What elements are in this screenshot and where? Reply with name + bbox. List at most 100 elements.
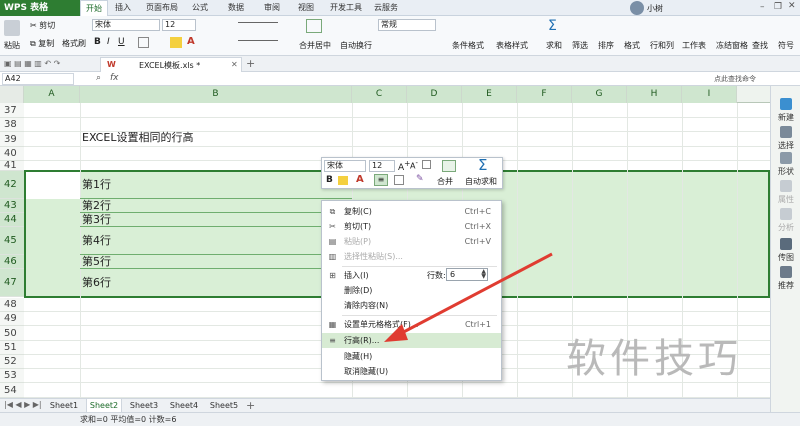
cut-button[interactable]: ✂ 剪切 xyxy=(30,20,55,31)
panel-analysis[interactable]: 分析 xyxy=(771,208,800,233)
panel-properties[interactable]: 属性 xyxy=(771,180,800,205)
sigma-icon[interactable]: Σ xyxy=(478,156,487,174)
command-search[interactable]: 点此查找命令 xyxy=(714,74,756,84)
row-header[interactable]: 44 xyxy=(0,213,24,227)
tab-insert[interactable]: 插入 xyxy=(110,0,136,16)
new-tab-icon[interactable]: + xyxy=(246,57,255,70)
find-button[interactable]: 查找 xyxy=(752,40,768,51)
mini-bold-button[interactable]: B xyxy=(326,175,333,185)
column-header-c[interactable]: C xyxy=(352,86,407,103)
mini-size-select[interactable]: 12 xyxy=(369,160,395,172)
panel-shape[interactable]: 形状 xyxy=(771,152,800,177)
wps-app-button[interactable]: WPS 表格 xyxy=(0,0,80,16)
cell-b42[interactable]: 第1行 xyxy=(80,171,352,199)
sheet-nav-arrows[interactable]: |◀ ◀ ▶ ▶| xyxy=(4,400,42,409)
cell-b44[interactable]: 第3行 xyxy=(80,213,352,227)
row-header[interactable]: 46 xyxy=(0,255,24,269)
align-top-icon[interactable] xyxy=(238,22,278,23)
copy-button[interactable]: ⧉ 复制 xyxy=(30,38,54,49)
panel-select[interactable]: 选择 xyxy=(771,126,800,151)
paste-icon[interactable] xyxy=(4,20,20,36)
menu-item-cut[interactable]: ✂ 剪切(T) Ctrl+X xyxy=(322,219,501,234)
tab-review[interactable]: 审阅 xyxy=(258,0,286,16)
column-header-i[interactable]: I xyxy=(682,86,737,103)
row-header[interactable]: 54 xyxy=(0,383,24,398)
shrink-font-icon[interactable]: A- xyxy=(410,159,418,171)
row-header[interactable]: 40 xyxy=(0,147,24,161)
panel-new[interactable]: 新建 xyxy=(771,98,800,123)
column-header-a[interactable]: A xyxy=(24,86,80,103)
sigma-icon[interactable]: Σ xyxy=(548,18,557,34)
sheet-tab-4[interactable]: Sheet4 xyxy=(166,399,202,413)
sheet-tab-3[interactable]: Sheet3 xyxy=(126,399,162,413)
wrap-text-button[interactable]: 自动换行 xyxy=(340,40,372,51)
tab-view[interactable]: 视图 xyxy=(292,0,320,16)
row-header[interactable]: 38 xyxy=(0,118,24,132)
format-button[interactable]: 格式 xyxy=(624,40,640,51)
quick-access-icons[interactable]: ▣ ▤ ▦ ▥ ↶ ↷ xyxy=(4,59,60,68)
cell-b46[interactable]: 第5行 xyxy=(80,255,352,269)
menu-item-paste[interactable]: ▤ 粘贴(P) Ctrl+V xyxy=(322,234,501,249)
menu-item-unhide[interactable]: 取消隐藏(U) xyxy=(322,364,501,379)
row-header[interactable]: 47 xyxy=(0,269,24,297)
font-select[interactable]: 宋体 xyxy=(92,19,160,31)
row-header[interactable]: 49 xyxy=(0,312,24,326)
column-header-f[interactable]: F xyxy=(517,86,572,103)
table-style-button[interactable]: 表格样式 xyxy=(496,40,528,51)
format-painter-button[interactable]: 格式刷 xyxy=(62,38,86,49)
minimize-icon[interactable]: – xyxy=(760,2,765,12)
bold-button[interactable]: B xyxy=(94,37,101,47)
cell-b45[interactable]: 第4行 xyxy=(80,227,352,255)
row-col-button[interactable]: 行和列 xyxy=(650,40,674,51)
sheet-tab-5[interactable]: Sheet5 xyxy=(206,399,242,413)
tab-cloud[interactable]: 云服务 xyxy=(370,0,402,16)
mini-font-color-icon[interactable]: A xyxy=(356,174,364,185)
row-header[interactable]: 51 xyxy=(0,341,24,355)
row-header[interactable]: 52 xyxy=(0,355,24,369)
mini-merge-button[interactable]: 合并 xyxy=(437,176,453,187)
close-icon[interactable]: ✕ xyxy=(788,1,796,11)
cell-b43[interactable]: 第2行 xyxy=(80,199,352,213)
row-header[interactable]: 39 xyxy=(0,132,24,147)
mini-fill-color-icon[interactable] xyxy=(338,176,348,185)
column-header-b[interactable]: B xyxy=(80,86,352,103)
row-header[interactable]: 43 xyxy=(0,199,24,213)
merge-center-button[interactable]: 合并居中 xyxy=(299,40,331,51)
grow-font-icon[interactable]: A+ xyxy=(398,159,410,173)
sort-button[interactable]: 排序 xyxy=(598,40,614,51)
sheet-tab-2[interactable]: Sheet2 xyxy=(86,399,122,413)
cell-b47[interactable]: 第6行 xyxy=(80,269,352,297)
font-size-select[interactable]: 12 xyxy=(162,19,196,31)
merge-icon[interactable] xyxy=(306,19,322,33)
cell-title[interactable]: EXCEL设置相同的行高 xyxy=(80,130,352,145)
select-all-corner[interactable] xyxy=(0,86,24,103)
border-icon[interactable] xyxy=(138,37,149,48)
symbol-button[interactable]: 符号 xyxy=(778,40,794,51)
panel-recommend[interactable]: 推荐 xyxy=(771,266,800,291)
underline-button[interactable]: U xyxy=(118,37,125,47)
menu-item-copy[interactable]: ⧉ 复制(C) Ctrl+C xyxy=(322,204,501,219)
paste-button[interactable]: 粘贴 xyxy=(4,40,20,51)
tab-start[interactable]: 开始 xyxy=(80,0,108,16)
tab-developer[interactable]: 开发工具 xyxy=(326,0,366,16)
zoom-icon[interactable]: ⌕ xyxy=(96,73,101,83)
row-header[interactable]: 45 xyxy=(0,227,24,255)
fx-icon[interactable]: fx xyxy=(110,73,119,83)
worksheet-button[interactable]: 工作表 xyxy=(682,40,706,51)
italic-button[interactable]: I xyxy=(107,37,110,47)
row-header[interactable]: 37 xyxy=(0,103,24,118)
panel-upload-image[interactable]: 传图 xyxy=(771,238,800,263)
filter-button[interactable]: 筛选 xyxy=(572,40,588,51)
document-tab[interactable]: W EXCEL模板.xls * ✕ xyxy=(100,57,242,72)
add-sheet-icon[interactable]: + xyxy=(246,399,255,412)
restore-icon[interactable]: ❐ xyxy=(774,2,782,12)
tab-page-layout[interactable]: 页面布局 xyxy=(140,0,184,16)
name-box[interactable]: A42 xyxy=(2,73,74,85)
conditional-format-button[interactable]: 条件格式 xyxy=(452,40,484,51)
row-header[interactable]: 48 xyxy=(0,298,24,312)
sheet-tab-1[interactable]: Sheet1 xyxy=(46,399,82,413)
align-left-icon[interactable] xyxy=(238,40,278,41)
mini-format-painter-icon[interactable]: ✎ xyxy=(416,174,424,184)
row-header[interactable]: 50 xyxy=(0,326,24,341)
close-tab-icon[interactable]: ✕ xyxy=(231,60,238,69)
